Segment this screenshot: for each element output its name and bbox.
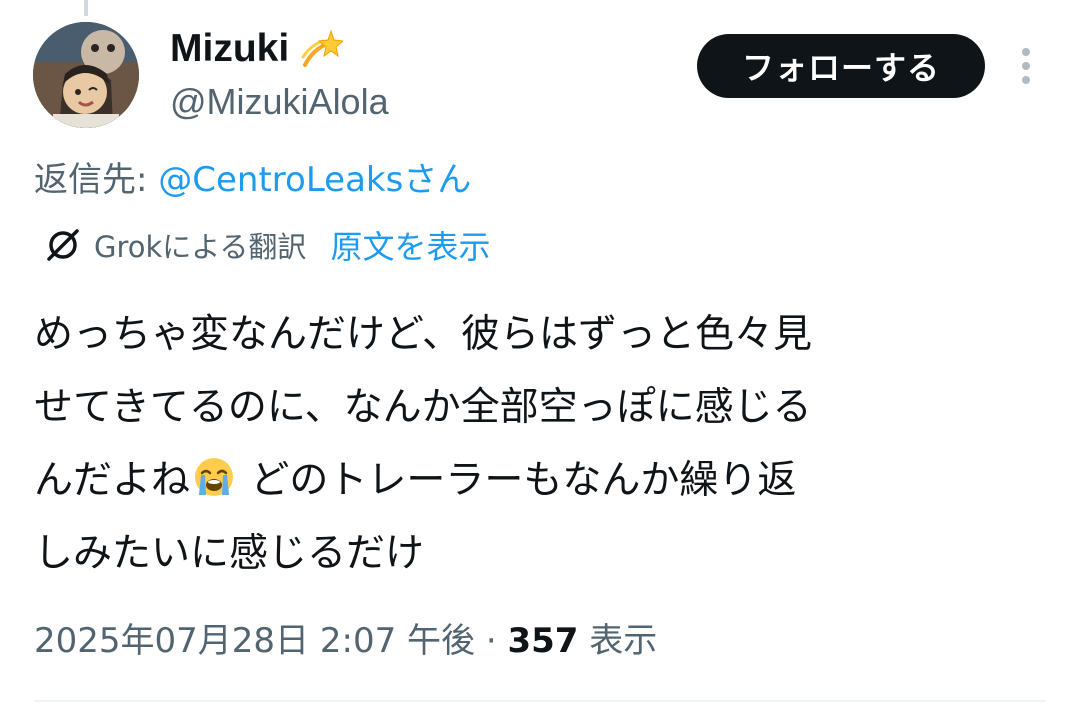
translation-label: Grokによる翻訳 <box>94 230 307 264</box>
author-handle[interactable]: @MizukiAlola <box>170 80 389 124</box>
more-options-icon[interactable] <box>1014 44 1038 88</box>
show-original-link[interactable]: 原文を表示 <box>330 222 490 268</box>
reply-to-mention-link[interactable]: @CentroLeaksさん <box>158 160 471 200</box>
reply-to-prefix: 返信先: <box>34 160 159 200</box>
loudly-crying-face-icon <box>192 450 236 496</box>
reply-mention-suffix[interactable]: さん <box>403 160 471 200</box>
tweet-text-segment: どのトレーラーもなんか繰り返 <box>238 458 797 503</box>
reply-mention-handle[interactable]: @CentroLeaks <box>158 160 403 200</box>
avatar-image <box>33 22 139 128</box>
avatar[interactable] <box>33 22 139 128</box>
tweet-text-line: んだよね どのトレーラーもなんか繰り返 <box>34 444 1044 517</box>
tweet-text-line: しみたいに感じるだけ <box>34 531 425 576</box>
grok-icon <box>44 226 82 264</box>
tweet-text-segment: んだよね <box>34 458 191 503</box>
tweet-text-line: めっちゃ変なんだけど、彼らはずっと色々見 <box>34 312 813 357</box>
meta-separator: · <box>475 621 508 661</box>
tweet-meta-row: 2025年07月28日 2:07 午後 · 357 表示 <box>34 613 657 669</box>
follow-button[interactable]: フォローする <box>697 34 985 98</box>
author-name-row: Mizuki <box>170 26 345 72</box>
thread-connector-line <box>84 0 88 16</box>
author-display-name[interactable]: Mizuki <box>170 26 289 72</box>
tweet-timestamp[interactable]: 2025年07月28日 2:07 午後 <box>34 621 475 661</box>
tweet-text: めっちゃ変なんだけど、彼らはずっと色々見 せてきてるのに、なんか全部空っぽに感じ… <box>34 298 1044 590</box>
tweet-text-line: せてきてるのに、なんか全部空っぽに感じる <box>34 385 812 430</box>
views-label: 表示 <box>578 621 658 661</box>
reply-to-line: 返信先: @CentroLeaksさん <box>34 155 471 205</box>
dizzy-sparkle-icon <box>299 27 345 71</box>
translation-row: Grokによる翻訳 原文を表示 <box>44 222 490 268</box>
divider <box>34 700 1046 702</box>
views-count: 357 <box>507 621 579 661</box>
